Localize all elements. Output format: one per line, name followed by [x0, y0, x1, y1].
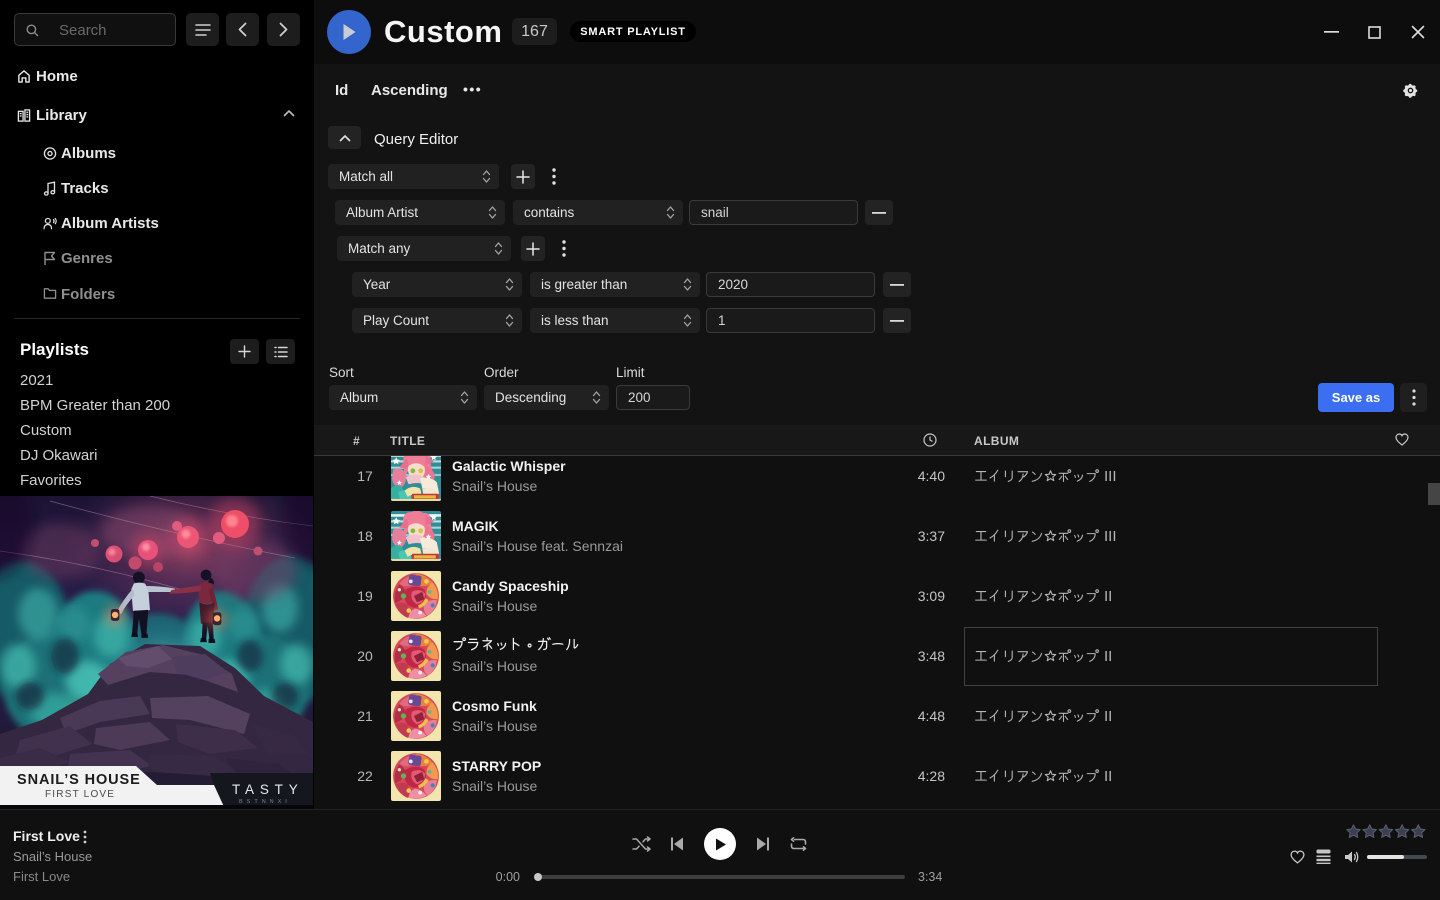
svg-text:II: II [1104, 768, 1112, 785]
svg-text:TASTY: TASTY [232, 782, 304, 797]
svg-text:II: II [1104, 588, 1112, 605]
svg-text:BSTNNXI: BSTNNXI [239, 799, 291, 805]
svg-text:III: III [1104, 468, 1117, 485]
svg-text:SNAIL’S HOUSE: SNAIL’S HOUSE [17, 772, 141, 788]
svg-text:III: III [1104, 528, 1117, 545]
svg-text:FIRST LOVE: FIRST LOVE [45, 789, 115, 800]
svg-text:II: II [1104, 708, 1112, 725]
